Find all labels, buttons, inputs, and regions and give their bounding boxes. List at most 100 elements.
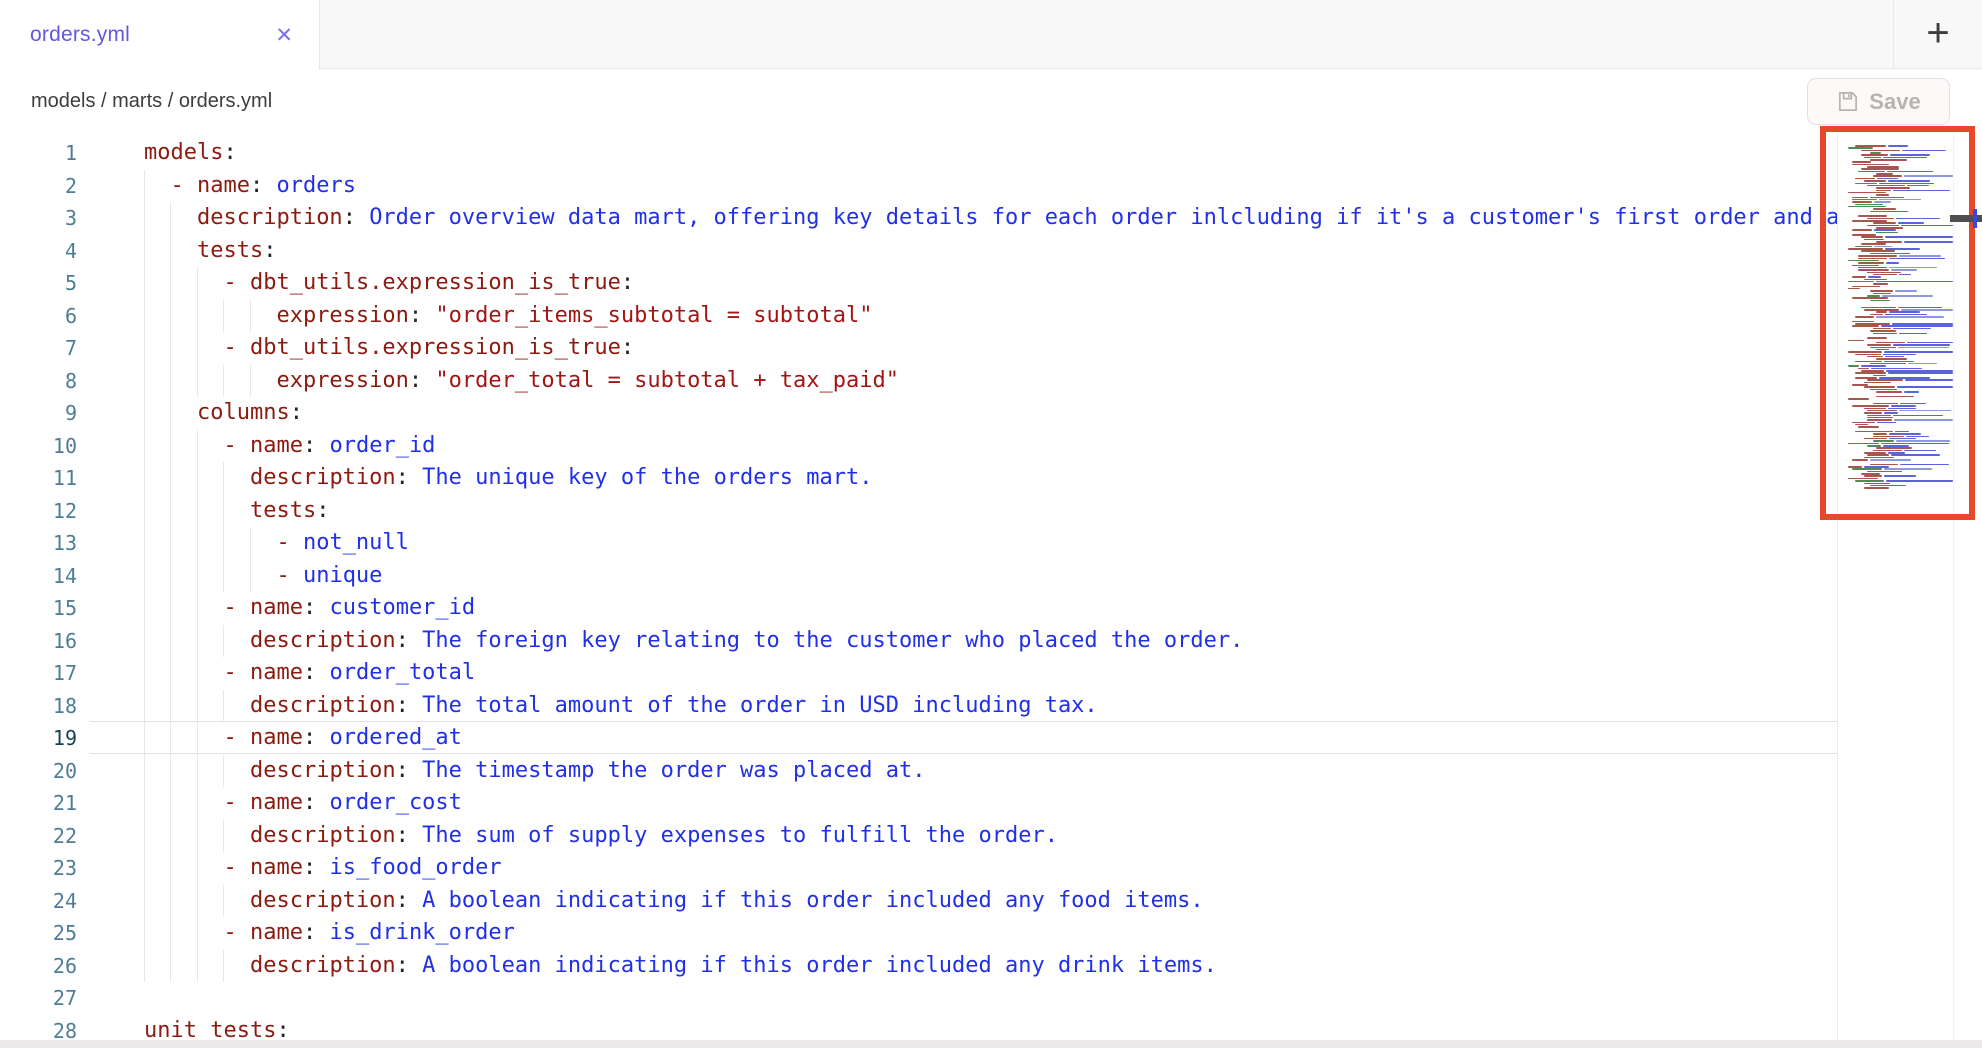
minimap-row [1848,377,1953,379]
line-number[interactable]: 24 [0,885,77,918]
minimap-row [1848,405,1953,407]
code-line[interactable]: 15 - name: customer_id [0,592,1837,625]
line-number[interactable]: 4 [0,235,77,268]
minimap-row [1848,314,1953,316]
line-number[interactable]: 15 [0,592,77,625]
line-number[interactable]: 11 [0,462,77,495]
minimap-row [1848,234,1953,236]
code-line[interactable]: 2 - name: orders [0,170,1837,203]
minimap-row [1848,253,1953,255]
line-number[interactable]: 27 [0,982,77,1015]
minimap-row [1848,464,1953,466]
line-number[interactable]: 12 [0,495,77,528]
code-area[interactable]: 1models:2 - name: orders3 description: O… [0,133,1837,1040]
plus-icon: + [1926,13,1949,53]
close-icon[interactable]: ✕ [275,25,293,46]
code-text: - name: orders [144,170,356,203]
line-number[interactable]: 23 [0,852,77,885]
code-line[interactable]: 23 - name: is_food_order [0,852,1837,885]
line-number[interactable]: 22 [0,820,77,853]
line-number[interactable]: 17 [0,657,77,690]
code-text: description: Order overview data mart, o… [144,202,1837,235]
minimap-row [1848,215,1953,217]
horizontal-scrollbar[interactable] [0,1040,1982,1048]
code-line[interactable]: 14 - unique [0,560,1837,593]
line-number[interactable]: 7 [0,332,77,365]
minimap-row [1848,309,1953,311]
minimap-row [1848,323,1953,325]
code-line[interactable]: 16 description: The foreign key relating… [0,625,1837,658]
line-number[interactable]: 10 [0,430,77,463]
minimap-row [1848,272,1953,274]
line-number[interactable]: 8 [0,365,77,398]
line-number[interactable]: 5 [0,267,77,300]
minimap-row [1848,417,1953,419]
minimap-row [1848,400,1953,402]
code-line[interactable]: 12 tests: [0,495,1837,528]
code-line[interactable]: 27 [0,982,1837,1015]
save-button[interactable]: Save [1807,78,1950,125]
code-line[interactable]: 25 - name: is_drink_order [0,917,1837,950]
code-line[interactable]: 1models: [0,137,1837,170]
code-line[interactable]: 3 description: Order overview data mart,… [0,202,1837,235]
code-line[interactable]: 19 - name: ordered_at [0,722,1837,755]
line-number[interactable]: 13 [0,527,77,560]
minimap-row [1848,274,1953,276]
code-line[interactable]: 22 description: The sum of supply expens… [0,820,1837,853]
code-line[interactable]: 9 columns: [0,397,1837,430]
code-text: columns: [144,397,303,430]
code-line[interactable]: 10 - name: order_id [0,430,1837,463]
line-number[interactable]: 18 [0,690,77,723]
line-number[interactable]: 26 [0,950,77,983]
minimap-row [1848,295,1953,297]
line-number[interactable]: 25 [0,917,77,950]
code-line[interactable]: 18 description: The total amount of the … [0,690,1837,723]
code-line[interactable]: 28 unit_tests: [0,1015,1837,1041]
line-number[interactable]: 3 [0,202,77,235]
code-line[interactable]: 17 - name: order_total [0,657,1837,690]
minimap-row [1848,262,1953,264]
minimap-row [1848,307,1953,309]
overview-ruler-cursor-marker [1950,215,1982,222]
code-line[interactable]: 26 description: A boolean indicating if … [0,950,1837,983]
code-line[interactable]: 8 expression: "order_total = subtotal + … [0,365,1837,398]
tab-orders-yml[interactable]: orders.yml ✕ [0,0,320,70]
minimap-row [1848,485,1953,487]
minimap-row [1848,154,1953,156]
code-line[interactable]: 11 description: The unique key of the or… [0,462,1837,495]
minimap-row [1848,358,1953,360]
overview-ruler-cursor-tick [1973,209,1977,228]
code-text: unit_tests: [144,1015,290,1041]
code-line[interactable]: 21 - name: order_cost [0,787,1837,820]
code-text: - name: customer_id [144,592,475,625]
code-line[interactable]: 4 tests: [0,235,1837,268]
minimap-row [1848,325,1953,327]
code-line[interactable]: 24 description: A boolean indicating if … [0,885,1837,918]
line-number[interactable]: 9 [0,397,77,430]
minimap-row [1848,379,1953,381]
minimap-row [1848,342,1953,344]
minimap-row [1848,412,1953,414]
code-text: description: A boolean indicating if thi… [144,950,1217,983]
line-number[interactable]: 20 [0,755,77,788]
line-number[interactable]: 14 [0,560,77,593]
line-number[interactable]: 21 [0,787,77,820]
line-number[interactable]: 1 [0,137,77,170]
minimap[interactable] [1848,145,1953,490]
code-line[interactable]: 20 description: The timestamp the order … [0,755,1837,788]
line-number[interactable]: 6 [0,300,77,333]
minimap-row [1848,246,1953,248]
minimap-row [1848,431,1953,433]
code-line[interactable]: 7 - dbt_utils.expression_is_true: [0,332,1837,365]
line-number[interactable]: 19 [0,722,77,755]
code-line[interactable]: 5 - dbt_utils.expression_is_true: [0,267,1837,300]
code-text: description: The foreign key relating to… [144,625,1243,658]
code-line[interactable]: 6 expression: "order_items_subtotal = su… [0,300,1837,333]
line-number[interactable]: 16 [0,625,77,658]
new-tab-button[interactable]: + [1893,0,1982,69]
minimap-row [1848,145,1953,147]
line-number[interactable]: 28 [0,1015,77,1041]
line-number[interactable]: 2 [0,170,77,203]
code-editor[interactable]: 1models:2 - name: orders3 description: O… [0,133,1982,1040]
code-line[interactable]: 13 - not_null [0,527,1837,560]
